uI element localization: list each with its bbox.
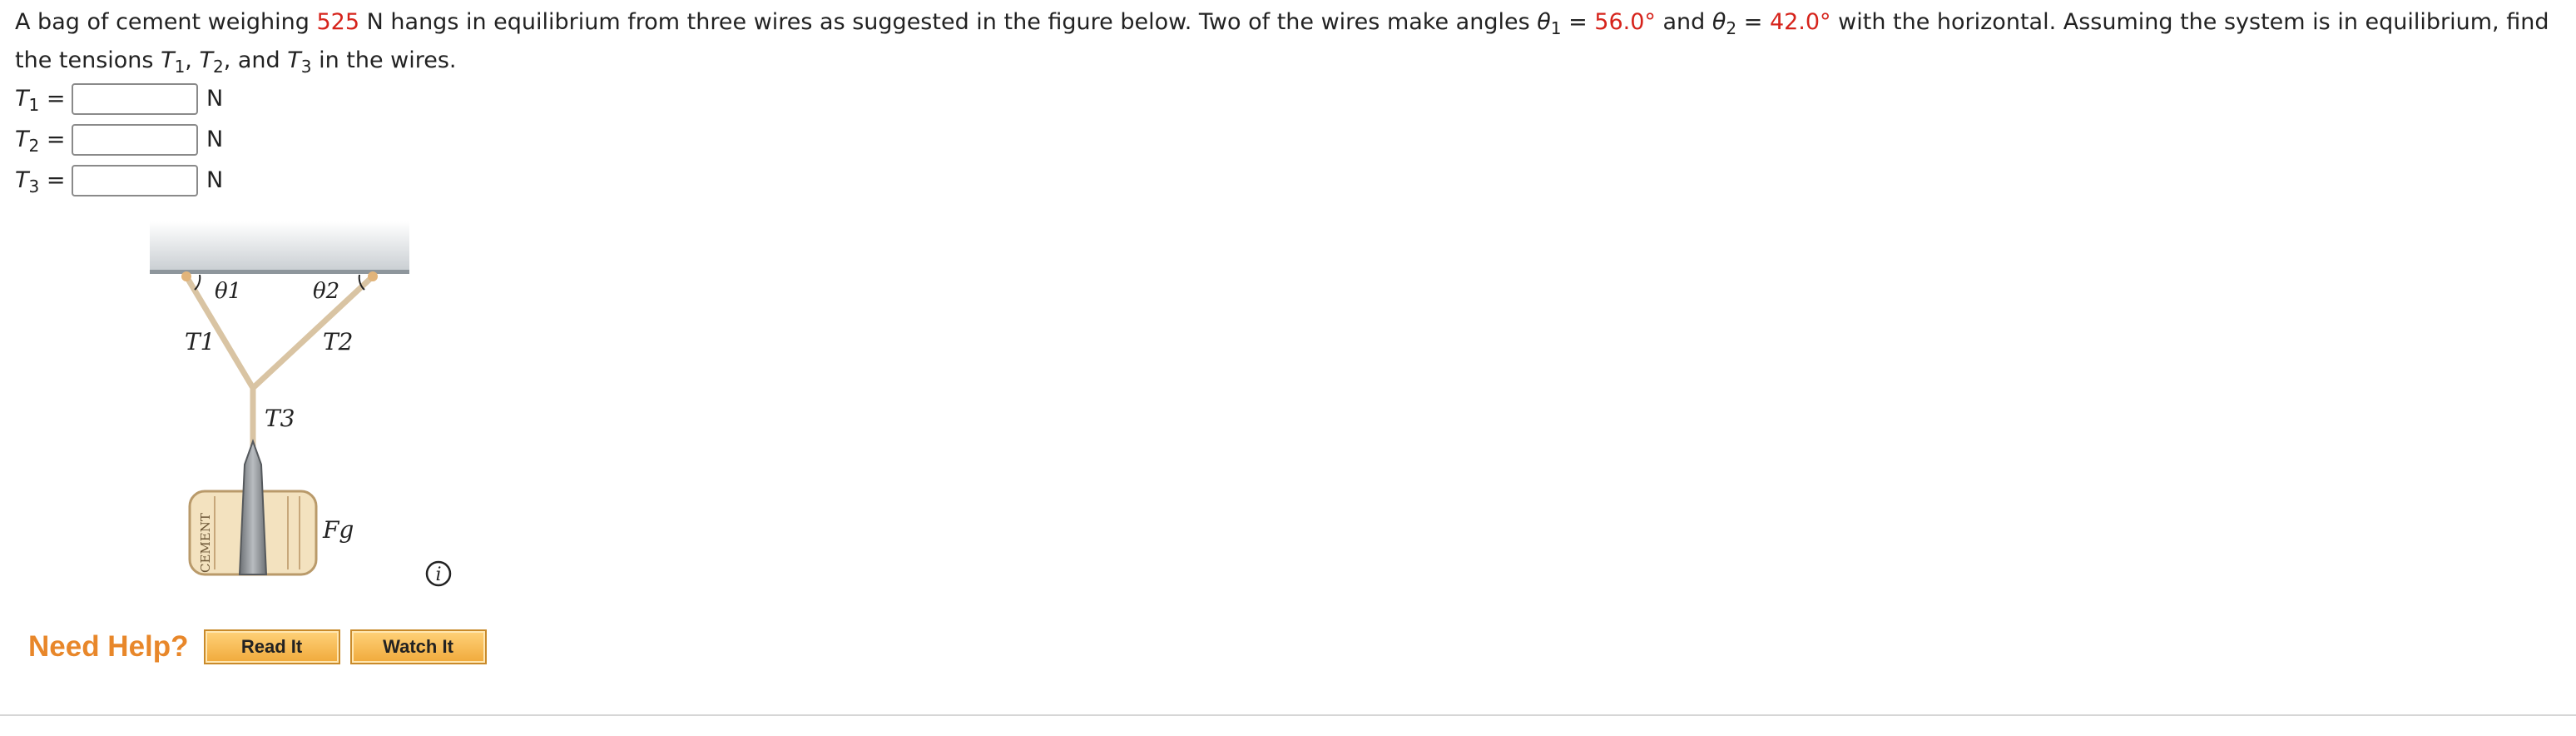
equals: = xyxy=(39,167,66,193)
unit-label: N xyxy=(206,167,224,193)
answer-fields: T1 = N T2 = N T3 = N xyxy=(15,78,223,201)
tension-symbol: T xyxy=(161,47,175,73)
equals: = xyxy=(1736,9,1770,35)
physics-figure: θ1 θ2 T1 T2 T3 CEMENT Fg xyxy=(141,215,424,598)
theta2-label: θ2 xyxy=(313,279,339,304)
t2-input[interactable] xyxy=(72,123,198,156)
info-glyph: i xyxy=(435,564,441,585)
answer-label: T2 = xyxy=(15,127,72,154)
anchor-left xyxy=(181,271,191,281)
answer-label: T1 = xyxy=(15,86,72,115)
answer-label: T3 = xyxy=(15,167,72,196)
watch-it-button[interactable]: Watch It xyxy=(349,629,487,664)
subscript: 1 xyxy=(174,57,186,77)
subscript: 3 xyxy=(28,177,40,196)
equals: = xyxy=(39,86,66,112)
t3-label: T3 xyxy=(265,405,295,432)
subscript: 2 xyxy=(1726,18,1737,38)
t2-label: T2 xyxy=(323,328,354,356)
bag-label: CEMENT xyxy=(198,513,213,573)
equals: = xyxy=(39,127,66,152)
subscript: 1 xyxy=(28,95,40,115)
tension-symbol: T xyxy=(15,167,29,193)
theta1-label: θ1 xyxy=(215,279,241,304)
weight-value: 525 xyxy=(316,9,360,35)
answer-row-t1: T1 = N xyxy=(15,78,223,119)
t1-input[interactable] xyxy=(72,82,198,115)
theta-symbol: θ xyxy=(1712,9,1726,35)
read-it-button[interactable]: Read It xyxy=(203,629,340,664)
bag-strap xyxy=(238,439,268,575)
problem-text: , and xyxy=(223,47,288,73)
unit-label: N xyxy=(206,127,224,152)
info-icon-graphic: i xyxy=(425,560,452,587)
subscript: 2 xyxy=(212,57,224,77)
problem-text: N hangs in equilibrium from three wires … xyxy=(359,9,1538,35)
answer-row-t2: T2 = N xyxy=(15,119,223,160)
angle2-value: 42.0° xyxy=(1769,9,1831,35)
t3-input[interactable] xyxy=(72,164,198,196)
cement-bag-diagram: θ1 θ2 T1 T2 T3 CEMENT Fg xyxy=(150,221,409,576)
angle1-value: 56.0° xyxy=(1594,9,1656,35)
unit-label: N xyxy=(206,86,224,112)
tension-symbol: T xyxy=(15,86,29,112)
answer-row-t3: T3 = N xyxy=(15,160,223,201)
t1-label: T1 xyxy=(185,328,215,356)
tension-symbol: T xyxy=(199,47,213,73)
problem-statement: A bag of cement weighing 525 N hangs in … xyxy=(15,3,2561,80)
subscript: 1 xyxy=(1550,18,1562,38)
theta-symbol: θ xyxy=(1537,9,1551,35)
divider xyxy=(0,714,2576,716)
info-icon[interactable]: i xyxy=(424,559,453,588)
fg-label: Fg xyxy=(322,516,354,544)
subscript: 3 xyxy=(300,57,312,77)
anchor-right xyxy=(368,271,378,281)
comma: , xyxy=(185,47,200,73)
tension-symbol: T xyxy=(15,127,29,152)
problem-text: in the wires. xyxy=(311,47,457,73)
ceiling xyxy=(150,221,409,271)
subscript: 2 xyxy=(28,136,40,156)
need-help-label: Need Help? xyxy=(28,630,189,663)
problem-text: and xyxy=(1655,9,1712,35)
problem-text: A bag of cement weighing xyxy=(15,9,317,35)
tension-symbol: T xyxy=(287,47,301,73)
help-section: Need Help? Read It Watch It xyxy=(28,629,497,664)
equals: = xyxy=(1561,9,1595,35)
